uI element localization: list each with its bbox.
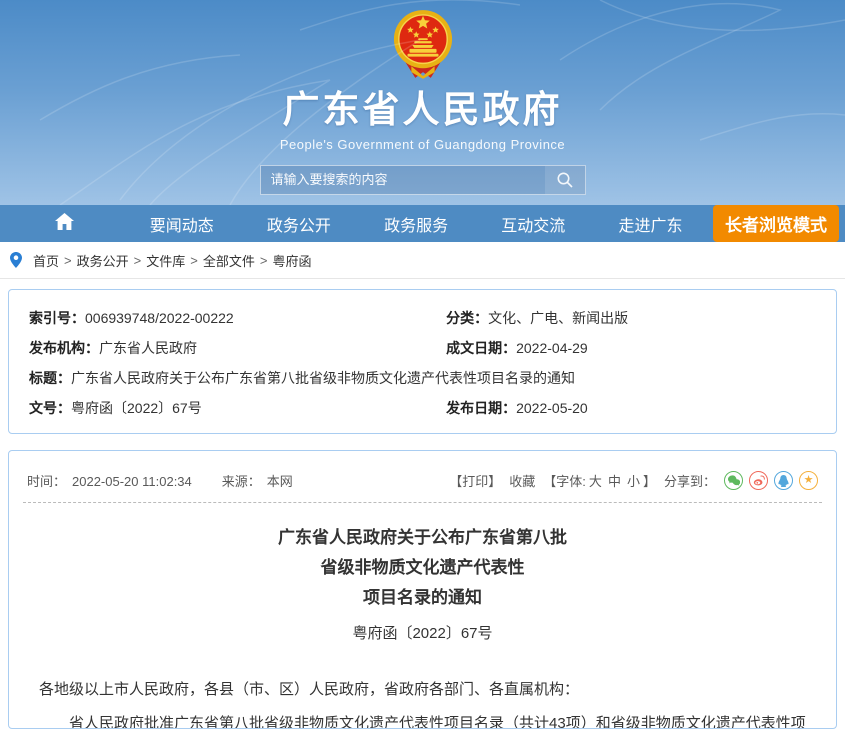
site-header: 广东省人民政府 People's Government of Guangdong… [0,0,845,205]
meta-row: 文号：粤府函〔2022〕67号 发布日期：2022-05-20 [9,400,836,417]
site-subtitle: People's Government of Guangdong Provinc… [0,137,845,152]
weibo-share-icon[interactable] [749,471,768,490]
meta-pub-date-value: 2022-05-20 [516,400,588,416]
meta-index-value: 006939748/2022-00222 [85,310,234,326]
breadcrumb-separator: > [64,253,72,268]
search-icon [556,171,574,189]
meta-row: 索引号：006939748/2022-00222 分类：文化、广电、新闻出版 [9,310,836,327]
breadcrumb-link-document-library[interactable]: 文件库 [146,251,185,270]
article-paragraph-body: 省人民政府批准广东省第八批省级非物质文化遗产代表性项目名录（共计43项）和省级非… [39,707,806,729]
star-glyph: ★ [804,475,814,486]
meta-row: 标题：广东省人民政府关于公布广东省第八批省级非物质文化遗产代表性项目名录的通知 [9,370,836,387]
meta-pub-date-label: 发布日期： [446,400,516,416]
wechat-share-icon[interactable] [724,471,743,490]
font-size-large-button[interactable]: 大 [589,474,602,489]
article-time-value: 2022-05-20 11:02:34 [72,474,192,489]
article-card: 时间： 2022-05-20 11:02:34 来源： 本网 【打印】 收藏 【字体:… [8,450,837,729]
article-time-label: 时间： [27,474,66,489]
home-icon [55,213,74,230]
meta-agency-value: 广东省人民政府 [99,340,197,356]
qq-share-icon[interactable] [774,471,793,490]
breadcrumb-current-yuefuhan: 粤府函 [272,251,311,270]
elder-mode-button[interactable]: 长者浏览模式 [713,205,839,242]
nav-item-news[interactable]: 要闻动态 [150,212,214,236]
meta-title-label: 标题： [29,370,71,386]
meta-written-date-label: 成文日期： [446,340,516,356]
article-title-line3: 项目名录的通知 [9,589,836,606]
meta-category-label: 分类： [446,310,488,326]
nav-home[interactable] [55,213,74,235]
search-bar [260,165,586,195]
breadcrumb-link-all-documents[interactable]: 全部文件 [203,251,255,270]
breadcrumb-separator: > [260,253,268,268]
meta-index-label: 索引号： [29,310,85,326]
font-size-label: 【字体: [543,474,586,489]
breadcrumb-link-home[interactable]: 首页 [33,251,59,270]
article-source-value: 本网 [267,474,293,489]
search-button[interactable] [545,166,585,194]
font-size-label-close: 】 [643,474,656,489]
nav-item-gov-services[interactable]: 政务服务 [384,212,448,236]
share-label: 分享到： [664,471,716,490]
favorite-button[interactable]: 收藏 [509,471,535,490]
meta-written-date-value: 2022-04-29 [516,340,588,356]
meta-row: 发布机构：广东省人民政府 成文日期：2022-04-29 [9,340,836,357]
meta-agency-label: 发布机构： [29,340,99,356]
nav-item-interaction[interactable]: 互动交流 [501,212,565,236]
article-title: 广东省人民政府关于公布广东省第八批 省级非物质文化遗产代表性 项目名录的通知 粤… [9,529,836,643]
article-source-label: 来源： [222,474,261,489]
print-button[interactable]: 【打印】 [449,471,501,490]
location-pin-icon [10,252,22,268]
nav-item-gov-affairs[interactable]: 政务公开 [267,212,331,236]
meta-category-value: 文化、广电、新闻出版 [488,310,628,326]
font-size-small-button[interactable]: 小 [627,474,640,489]
article-meta-bar: 时间： 2022-05-20 11:02:34 来源： 本网 【打印】 收藏 【字体:… [9,451,836,502]
nav-item-about-guangdong[interactable]: 走进广东 [618,212,682,236]
breadcrumb-separator: > [190,253,198,268]
font-size-medium-button[interactable]: 中 [608,474,621,489]
breadcrumb-link-gov-affairs[interactable]: 政务公开 [77,251,129,270]
meta-doc-no-label: 文号： [29,400,71,416]
article-doc-number: 粤府函〔2022〕67号 [9,622,836,643]
national-emblem [392,8,454,80]
article-body: 各地级以上市人民政府，各县（市、区）人民政府，省政府各部门、各直属机构： 省人民… [9,673,836,729]
divider [23,502,822,503]
breadcrumb: 首页 > 政务公开 > 文件库 > 全部文件 > 粤府函 [0,242,845,279]
breadcrumb-separator: > [134,253,142,268]
page: 广东省人民政府 People's Government of Guangdong… [0,0,845,729]
site-title: 广东省人民政府 [0,89,845,132]
main-nav: 要闻动态 政务公开 政务服务 互动交流 走进广东 长者浏览模式 [0,205,845,242]
search-input[interactable] [261,166,545,194]
article-title-line1: 广东省人民政府关于公布广东省第八批 [9,529,836,546]
article-title-line2: 省级非物质文化遗产代表性 [9,559,836,576]
meta-title-value: 广东省人民政府关于公布广东省第八批省级非物质文化遗产代表性项目名录的通知 [71,370,575,386]
article-paragraph-salutation: 各地级以上市人民政府，各县（市、区）人民政府，省政府各部门、各直属机构： [39,673,806,707]
document-meta-card: 索引号：006939748/2022-00222 分类：文化、广电、新闻出版 发… [8,289,837,434]
qzone-share-icon[interactable]: ★ [799,471,818,490]
meta-doc-no-value: 粤府函〔2022〕67号 [71,400,202,416]
